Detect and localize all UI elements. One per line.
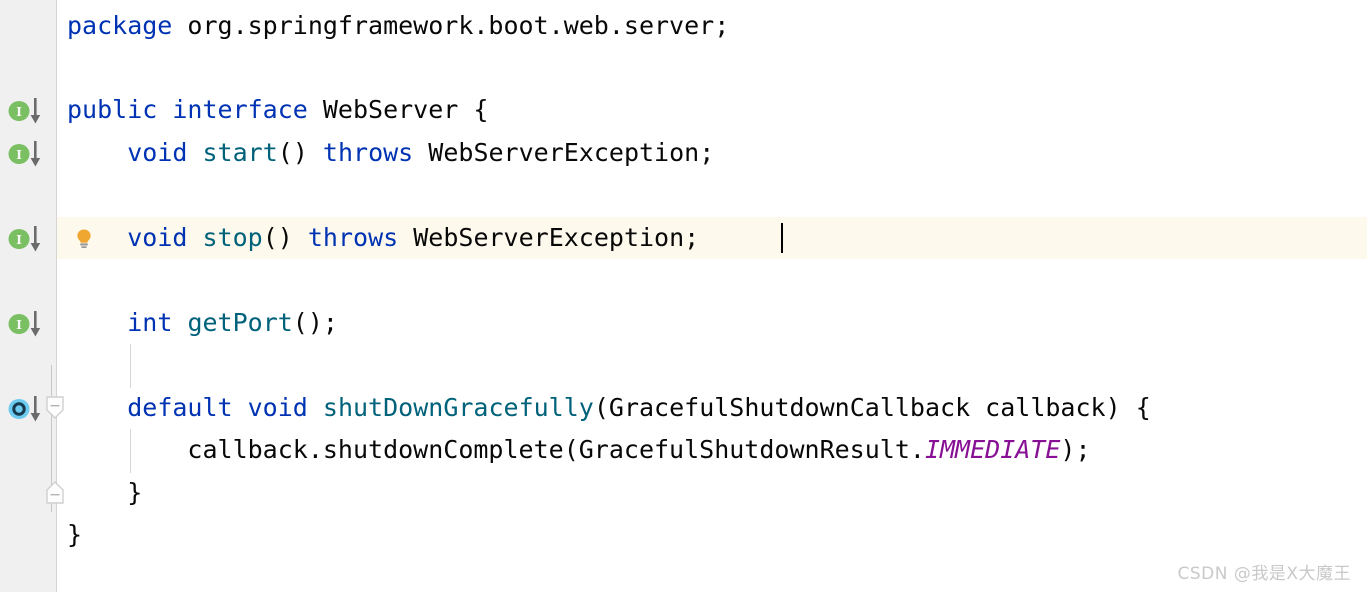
code-line-text-5[interactable]: [57, 174, 67, 216]
token-meth: start: [202, 138, 278, 167]
fold-region-start-icon[interactable]: [44, 387, 66, 429]
token-plain: WebServerException;: [398, 223, 700, 252]
text-caret: [781, 223, 783, 253]
code-line-1[interactable]: package org.springframework.boot.web.ser…: [0, 5, 1367, 47]
code-line-3[interactable]: public interface WebServer {: [0, 89, 1367, 131]
code-line-text-7[interactable]: [57, 259, 67, 301]
token-kw: throws: [307, 223, 399, 252]
token-plain: }: [67, 520, 83, 549]
code-line-text-11[interactable]: callback.shutdownComplete(GracefulShutdo…: [57, 429, 1091, 471]
token-kw: void: [127, 223, 188, 252]
token-kw: throws: [322, 138, 414, 167]
token-plain: (GracefulShutdownCallback callback) {: [593, 393, 1151, 422]
code-line-9[interactable]: [0, 344, 1367, 386]
code-line-8[interactable]: int getPort();: [0, 302, 1367, 344]
token-plain: org.springframework.boot.web.server;: [172, 11, 730, 40]
token-kw: public interface: [67, 95, 308, 124]
code-line-6[interactable]: void stop() throws WebServerException;: [0, 217, 1367, 259]
code-line-text-1[interactable]: package org.springframework.boot.web.ser…: [57, 5, 729, 47]
code-line-11[interactable]: callback.shutdownComplete(GracefulShutdo…: [0, 429, 1367, 471]
token-kw: int: [127, 308, 173, 337]
token-kw: package: [67, 11, 173, 40]
code-line-13[interactable]: }: [0, 514, 1367, 556]
code-line-12[interactable]: }: [0, 472, 1367, 514]
code-line-text-9[interactable]: [57, 344, 67, 386]
svg-text:I: I: [16, 148, 22, 162]
code-line-text-3[interactable]: public interface WebServer {: [57, 89, 488, 131]
token-kw: default void: [127, 393, 308, 422]
token-const: IMMEDIATE: [924, 435, 1061, 464]
code-line-7[interactable]: [0, 259, 1367, 301]
token-plain: ();: [292, 308, 338, 337]
token-plain: callback.shutdownComplete(GracefulShutdo…: [67, 435, 925, 464]
svg-text:I: I: [16, 233, 22, 247]
token-kw: void: [127, 138, 188, 167]
code-line-text-8[interactable]: int getPort();: [57, 302, 338, 344]
fold-region-end-icon[interactable]: [44, 472, 66, 514]
token-plain: (): [262, 223, 308, 252]
code-line-4[interactable]: void start() throws WebServerException;: [0, 132, 1367, 174]
code-editor[interactable]: package org.springframework.boot.web.ser…: [0, 0, 1367, 592]
implemented-in-subclasses-icon[interactable]: I: [8, 132, 52, 174]
token-plain: WebServer {: [307, 95, 489, 124]
code-line-text-4[interactable]: void start() throws WebServerException;: [57, 132, 714, 174]
code-line-text-6[interactable]: void stop() throws WebServerException;: [57, 217, 699, 259]
code-line-text-2[interactable]: [57, 47, 67, 89]
lightbulb-icon[interactable]: [72, 217, 98, 259]
token-plain: (): [277, 138, 323, 167]
token-plain: );: [1060, 435, 1091, 464]
code-line-5[interactable]: [0, 174, 1367, 216]
code-line-text-12[interactable]: }: [57, 472, 142, 514]
indent-guide-0: [130, 344, 131, 388]
token-meth: getPort: [187, 308, 293, 337]
implemented-in-subclasses-icon[interactable]: I: [8, 89, 52, 131]
code-line-2[interactable]: [0, 47, 1367, 89]
code-line-text-10[interactable]: default void shutDownGracefully(Graceful…: [57, 387, 1151, 429]
token-meth: stop: [202, 223, 263, 252]
code-line-10[interactable]: default void shutDownGracefully(Graceful…: [0, 387, 1367, 429]
token-plain: }: [67, 478, 143, 507]
svg-text:I: I: [16, 105, 22, 119]
token-meth: shutDownGracefully: [322, 393, 594, 422]
implemented-in-subclasses-icon[interactable]: I: [8, 217, 52, 259]
implemented-in-subclasses-icon[interactable]: I: [8, 302, 52, 344]
watermark: CSDN @我是X大魔王: [1177, 564, 1351, 584]
code-line-text-13[interactable]: }: [57, 514, 82, 556]
token-plain: WebServerException;: [413, 138, 715, 167]
svg-text:I: I: [16, 318, 22, 332]
